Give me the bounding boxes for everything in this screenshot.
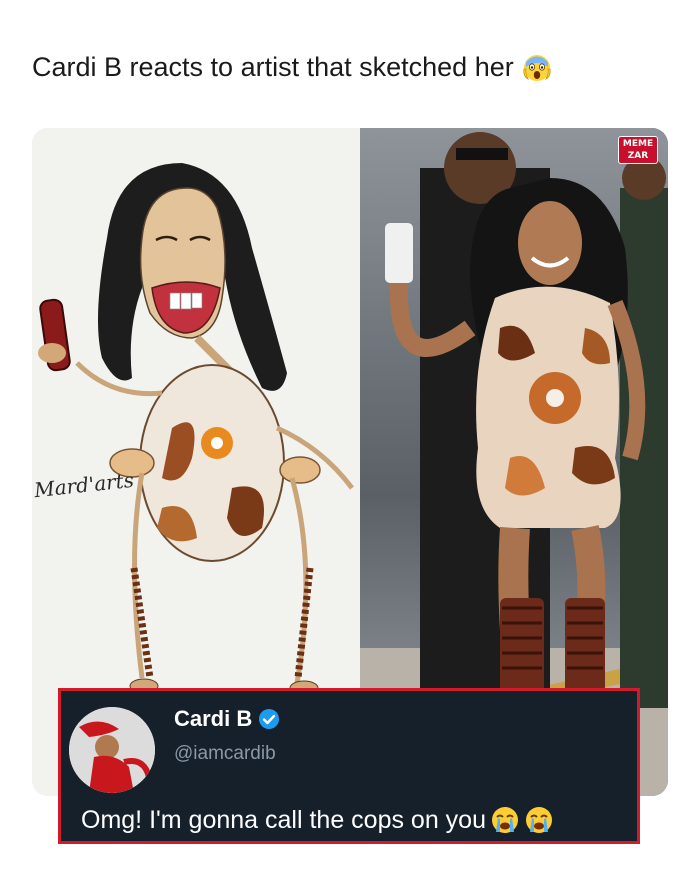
loudly-crying-face-icon <box>524 805 554 835</box>
screaming-face-icon <box>522 53 552 83</box>
tweet-handle: @iamcardib <box>174 743 276 764</box>
tweet-card: Cardi B @iamcardib Omg! I'm gonna call t… <box>58 688 640 844</box>
post-caption: Cardi B reacts to artist that sketched h… <box>32 52 552 83</box>
tweet-body: Omg! I'm gonna call the cops on you <box>81 805 554 835</box>
caption-text: Cardi B reacts to artist that sketched h… <box>32 52 514 82</box>
watermark-line1: MEME <box>622 139 654 149</box>
author-name-text: Cardi B <box>174 706 253 731</box>
meme-zar-watermark: MEME ZAR <box>618 136 658 164</box>
loudly-crying-face-icon <box>490 805 520 835</box>
avatar <box>69 707 155 793</box>
tweet-body-text: Omg! I'm gonna call the cops on you <box>81 805 486 834</box>
verified-badge-icon <box>258 708 280 730</box>
watermark-line2: ZAR <box>627 151 649 161</box>
tweet-author-name: Cardi B <box>174 706 280 732</box>
